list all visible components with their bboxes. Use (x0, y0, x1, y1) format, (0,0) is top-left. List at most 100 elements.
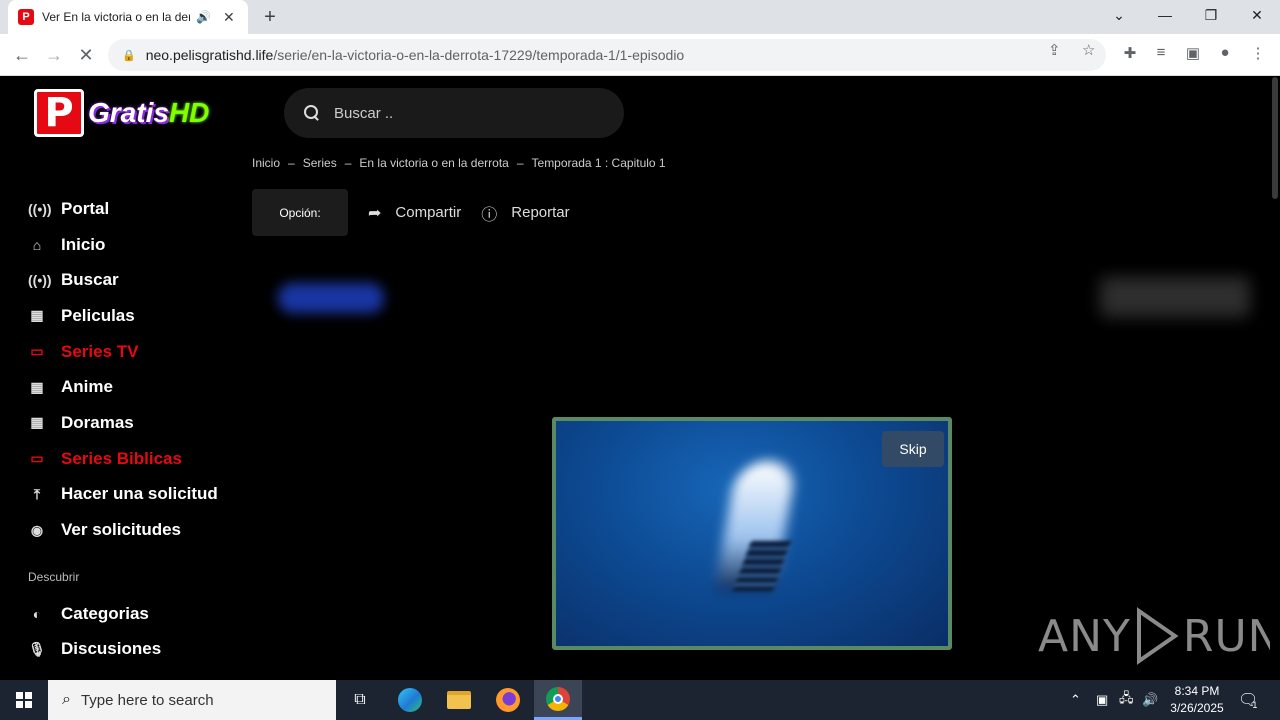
search-icon[interactable] (304, 105, 320, 121)
taskbar-edge[interactable] (386, 680, 434, 720)
device-icon[interactable]: ▣ (1096, 680, 1108, 720)
windows-taskbar: ⌕ Type here to search ⧉ ⌃ ▣ 🖧 🔊 8:34 PM … (0, 680, 1280, 720)
sidebar-item-label: Anime (61, 377, 113, 397)
site-search-box[interactable] (284, 88, 624, 138)
watermark-right-text: RUN (1182, 610, 1280, 662)
clock-time: 8:34 PM (1174, 684, 1220, 698)
taskbar-search-box[interactable]: ⌕ Type here to search (48, 680, 336, 720)
site-logo[interactable]: P GratisHD (34, 88, 209, 138)
tab-search-chevron-icon[interactable]: ⌄ (1096, 0, 1142, 30)
breadcrumb-episode: Temporada 1 : Capitulo 1 (531, 156, 666, 170)
firefox-icon (496, 688, 520, 712)
sidebar-item-peliculas[interactable]: ▦ Peliculas (28, 298, 248, 334)
video-ad-overlay[interactable]: Skip (552, 417, 952, 650)
sidebar-item-label: Buscar (61, 270, 119, 290)
minimize-button[interactable]: — (1142, 0, 1188, 30)
search-input[interactable] (334, 104, 594, 122)
breadcrumb-separator: – (288, 156, 295, 170)
lock-icon[interactable]: 🔒 (122, 49, 136, 62)
volume-icon[interactable]: 🔊 (1142, 680, 1158, 720)
scrollbar-thumb[interactable] (1272, 77, 1278, 199)
sidebar-item-label: Discusiones (61, 639, 162, 659)
taskbar-file-explorer[interactable] (435, 680, 483, 720)
share-icon[interactable]: ⇪ (1048, 41, 1061, 59)
address-bar[interactable]: 🔒 neo.pelisgratishd.life/serie/en-la-vic… (108, 39, 1106, 71)
sidebar-item-label: Hacer una solicitud (61, 484, 218, 504)
notification-count: 1 (1252, 700, 1258, 710)
report-label: Reportar (511, 204, 570, 221)
page-content: P GratisHD Inicio – Series – En la victo… (0, 77, 1280, 680)
skip-ad-button[interactable]: Skip (882, 431, 944, 467)
anyrun-watermark: ANY RUN (1038, 607, 1280, 665)
breadcrumb: Inicio – Series – En la victoria o en la… (252, 156, 666, 170)
side-panel-icon[interactable]: ▣ (1182, 44, 1204, 62)
sidebar-item-label: Ver solicitudes (61, 520, 181, 540)
windows-logo-icon (16, 692, 32, 708)
sidebar-item-portal[interactable]: ((•)) Portal (28, 191, 248, 227)
alert-circle-icon: ⓘ (481, 206, 498, 224)
forward-button[interactable]: → (42, 43, 66, 67)
sidebar-item-doramas[interactable]: ▦ Doramas (28, 405, 248, 441)
share-button[interactable]: ➦ Compartir (368, 203, 461, 223)
home-icon: ⌂ (32, 236, 42, 253)
breadcrumb-separator: – (516, 156, 524, 170)
browser-tab[interactable]: P Ver En la victoria o en la derrota 🔊 ✕ (8, 0, 248, 34)
task-view-button[interactable]: ⧉ (336, 680, 384, 720)
option-button[interactable]: Opción: (252, 189, 348, 236)
sidebar-item-series-biblicas[interactable]: ▭ Series Biblicas (28, 441, 248, 477)
report-button[interactable]: ⓘ Reportar (481, 201, 569, 225)
blurred-banner-left (278, 283, 384, 313)
browser-toolbar: ← → ✕ 🔒 neo.pelisgratishd.life/serie/en-… (0, 34, 1280, 76)
notification-center-button[interactable]: 🗨 1 (1238, 680, 1258, 720)
audio-playing-icon[interactable]: 🔊 (196, 10, 211, 24)
sidebar-item-label: Categorias (61, 603, 149, 623)
breadcrumb-inicio[interactable]: Inicio (252, 156, 280, 170)
network-icon[interactable]: 🖧 (1119, 680, 1134, 720)
show-hidden-icons-button[interactable]: ⌃ (1070, 680, 1081, 720)
sidebar-item-series-tv[interactable]: ▭ Series TV (28, 334, 248, 370)
tv-icon: ▭ (30, 343, 44, 360)
taskbar-chrome[interactable] (534, 680, 582, 720)
logo-p-mark: P (34, 89, 84, 137)
stop-loading-button[interactable]: ✕ (74, 43, 98, 67)
profile-avatar-icon[interactable]: ● (1214, 44, 1236, 61)
discover-heading: Descubrir (28, 569, 80, 584)
site-favicon-icon: P (18, 9, 34, 25)
sidebar-item-label: Inicio (61, 234, 106, 254)
bookmark-star-icon[interactable]: ☆ (1082, 41, 1095, 59)
sidebar-item-categorias[interactable]: ◐ Categorias (28, 596, 248, 632)
close-window-button[interactable]: ✕ (1234, 0, 1280, 30)
menu-kebab-icon[interactable]: ⋮ (1247, 44, 1269, 62)
taskbar-firefox[interactable] (484, 680, 532, 720)
sidebar-item-label: Peliculas (61, 305, 135, 325)
sidebar-item-label: Series Biblicas (61, 448, 182, 468)
sidebar-item-ver-solicitudes[interactable]: ◉ Ver solicitudes (28, 512, 248, 548)
sidebar-item-inicio[interactable]: ⌂ Inicio (28, 227, 248, 263)
share-arrow-icon: ➦ (368, 204, 382, 222)
taskbar-search-placeholder: Type here to search (80, 691, 214, 709)
breadcrumb-separator: – (344, 156, 352, 170)
media-control-icon[interactable]: ≡ (1150, 44, 1172, 61)
browser-titlebar: P Ver En la victoria o en la derrota 🔊 ✕… (0, 0, 1280, 34)
sidebar-item-discusiones[interactable]: 🎙 Discusiones (28, 632, 248, 668)
tv-icon: ▭ (30, 450, 44, 467)
sidebar-item-buscar[interactable]: ((•)) Buscar (28, 262, 248, 298)
folder-icon (447, 691, 471, 709)
extensions-icon[interactable]: ✚ (1119, 44, 1141, 62)
tab-close-icon[interactable]: ✕ (223, 9, 235, 26)
mic-icon: 🎙 (28, 640, 46, 657)
back-button[interactable]: ← (10, 43, 34, 67)
logo-wordmark: GratisHD (88, 97, 210, 128)
taskbar-clock[interactable]: 8:34 PM 3/26/2025 (1160, 683, 1234, 717)
sidebar-item-hacer-solicitud[interactable]: ⤒ Hacer una solicitud (28, 477, 248, 513)
breadcrumb-show[interactable]: En la victoria o en la derrota (359, 156, 508, 170)
breadcrumb-series[interactable]: Series (303, 156, 337, 170)
tab-title: Ver En la victoria o en la derrota (42, 10, 190, 24)
start-button[interactable] (0, 680, 48, 720)
page-scrollbar[interactable] (1270, 77, 1280, 680)
new-tab-button[interactable]: + (258, 5, 282, 29)
restore-button[interactable]: ❐ (1188, 0, 1234, 30)
broadcast-icon: ((•)) (28, 272, 52, 289)
clock-date: 3/26/2025 (1170, 701, 1224, 715)
sidebar-item-anime[interactable]: ▦ Anime (28, 369, 248, 405)
